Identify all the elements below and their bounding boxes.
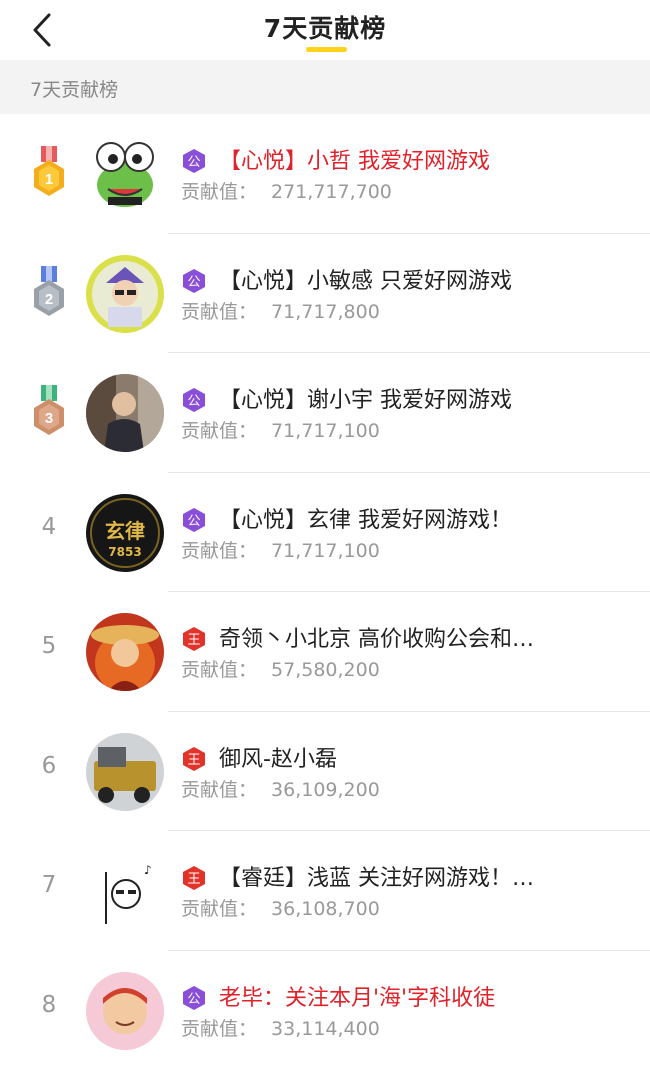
- contribution-value: 贡献值： 36,108,700: [181, 894, 380, 921]
- contribution-number: 36,109,200: [271, 778, 380, 801]
- svg-text:王: 王: [187, 872, 200, 887]
- contribution-label: 贡献值：: [181, 420, 258, 442]
- contribution-number: 57,580,200: [271, 659, 380, 681]
- section-header: 7天贡献榜: [0, 60, 650, 114]
- player-name: 御风-赵小磊: [219, 746, 337, 772]
- guild-badge-icon: 公: [183, 268, 205, 293]
- svg-text:公: 公: [187, 155, 200, 170]
- player-name: 奇领丶小北京 高价收购公会和…: [219, 627, 534, 652]
- contribution-value: 贡献值： 71,717,800: [181, 297, 380, 324]
- contribution-label: 贡献值：: [181, 539, 258, 562]
- leaderboard-row[interactable]: 1 公 【心悦】小哲 我爱好网游戏 贡献值： 271,717,700: [0, 114, 650, 234]
- svg-text:7853: 7853: [108, 545, 141, 559]
- contribution-label: 贡献值：: [181, 898, 258, 920]
- leaderboard-row[interactable]: 6 王 御风-赵小磊 贡献值： 36,109,200: [0, 712, 650, 831]
- avatar[interactable]: 玄律 7853: [86, 493, 164, 572]
- contribution-number: 271,717,700: [271, 181, 392, 203]
- player-name: 【心悦】小敏感 只爱好网游戏: [219, 268, 512, 294]
- contribution-label: 贡献值：: [181, 1017, 258, 1040]
- svg-text:公: 公: [187, 275, 200, 290]
- contribution-number: 71,717,100: [271, 420, 380, 442]
- contribution-value: 贡献值： 33,114,400: [181, 1014, 380, 1041]
- player-name: 【心悦】小哲 我爱好网游戏: [219, 149, 490, 174]
- title-underline: [306, 47, 347, 52]
- avatar[interactable]: [86, 732, 164, 811]
- svg-text:3: 3: [45, 410, 53, 427]
- contribution-value: 贡献值： 57,580,200: [181, 655, 380, 682]
- silver-medal-icon: 2: [34, 265, 64, 316]
- avatar[interactable]: [86, 971, 164, 1050]
- king-badge-icon: 王: [183, 627, 205, 651]
- contribution-number: 71,717,800: [271, 300, 380, 323]
- contribution-number: 36,108,700: [271, 898, 380, 920]
- svg-text:玄律: 玄律: [105, 519, 145, 543]
- rank-number: 4: [41, 513, 57, 540]
- svg-text:♪: ♪: [144, 863, 152, 877]
- player-name: 【心悦】谢小宇 我爱好网游戏: [219, 388, 512, 413]
- guild-badge-icon: 公: [183, 149, 205, 173]
- guild-badge-icon: 公: [183, 507, 205, 532]
- gold-medal-icon: 1: [34, 146, 64, 196]
- contribution-number: 71,717,100: [271, 539, 380, 562]
- player-name: 【睿廷】浅蓝 关注好网游戏！…: [219, 866, 534, 891]
- page-title: 7天贡献榜: [263, 14, 387, 43]
- avatar[interactable]: [86, 613, 164, 691]
- guild-badge-icon: 公: [183, 985, 205, 1010]
- svg-text:2: 2: [45, 291, 53, 308]
- leaderboard-row[interactable]: 5 王 奇领丶小北京 高价收购公会和… 贡献值： 57,580,200: [0, 592, 650, 712]
- leaderboard-row[interactable]: 4 玄律 7853 公 【心悦】玄律 我爱好网游戏！ 贡献值： 71,717,10…: [0, 473, 650, 592]
- player-name: 【心悦】玄律 我爱好网游戏！: [219, 507, 512, 533]
- guild-badge-icon: 公: [183, 388, 205, 412]
- rank-number: 7: [41, 872, 57, 898]
- contribution-label: 贡献值：: [181, 300, 258, 323]
- rank-number: 5: [41, 633, 57, 659]
- contribution-label: 贡献值：: [181, 778, 258, 801]
- avatar[interactable]: [86, 374, 164, 452]
- leaderboard-row[interactable]: 8 公 老毕：关注本月'海'字科收徒 贡献值： 33,114,400: [0, 951, 650, 1068]
- contribution-label: 贡献值：: [181, 659, 258, 681]
- king-badge-icon: 王: [183, 746, 205, 771]
- svg-text:公: 公: [187, 514, 200, 529]
- leaderboard-row[interactable]: 3 公 【心悦】谢小宇 我爱好网游戏 贡献值： 71,717,100: [0, 353, 650, 473]
- bronze-medal-icon: 3: [34, 385, 64, 435]
- section-label: 7天贡献榜: [30, 79, 119, 101]
- top-navigation-bar: 7天贡献榜: [0, 0, 650, 60]
- contribution-label: 贡献值：: [181, 181, 258, 203]
- svg-text:公: 公: [187, 394, 200, 409]
- avatar[interactable]: [86, 254, 164, 333]
- rank-number: 6: [41, 752, 57, 779]
- player-name: 老毕：关注本月'海'字科收徒: [219, 985, 496, 1011]
- svg-text:王: 王: [187, 633, 200, 648]
- contribution-value: 贡献值： 71,717,100: [181, 536, 380, 563]
- leaderboard-row[interactable]: 2 公 【心悦】小敏感 只爱好网游戏 贡献值： 71,717,800: [0, 234, 650, 353]
- contribution-number: 33,114,400: [271, 1017, 380, 1040]
- contribution-value: 贡献值： 36,109,200: [181, 775, 380, 802]
- avatar[interactable]: ♪: [86, 852, 164, 930]
- svg-text:1: 1: [45, 171, 53, 188]
- svg-text:王: 王: [187, 753, 200, 768]
- contribution-value: 贡献值： 271,717,700: [181, 177, 392, 204]
- leaderboard-row[interactable]: 7 ♪ 王 【睿廷】浅蓝 关注好网游戏！… 贡献值： 36,108,700: [0, 831, 650, 951]
- leaderboard-list: 1 公 【心悦】小哲 我爱好网游戏 贡献值： 271,717,700 2 公 【…: [0, 114, 650, 1068]
- avatar[interactable]: [86, 135, 164, 213]
- king-badge-icon: 王: [183, 866, 205, 890]
- rank-number: 8: [41, 991, 57, 1018]
- svg-text:公: 公: [187, 992, 200, 1007]
- contribution-value: 贡献值： 71,717,100: [181, 416, 380, 443]
